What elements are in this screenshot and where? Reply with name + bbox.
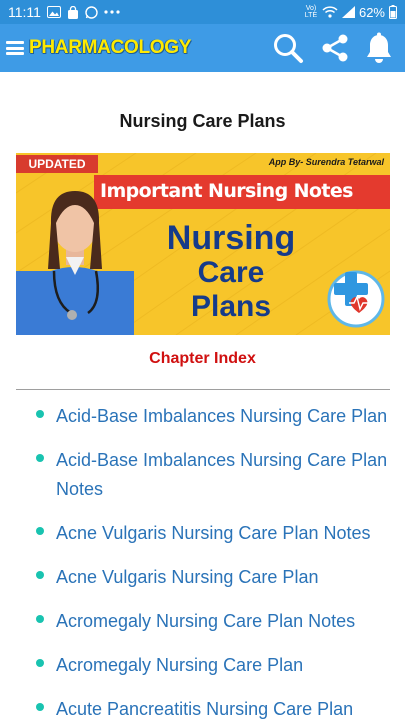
chapter-list: Acid-Base Imbalances Nursing Care Plan A… xyxy=(0,402,405,720)
bullet-icon xyxy=(36,615,44,623)
more-icon xyxy=(104,10,120,14)
search-icon[interactable] xyxy=(271,31,305,65)
status-bar: 11:11 Vo) LTE 62% xyxy=(0,0,405,24)
battery-percent: 62% xyxy=(358,4,385,20)
chapter-link[interactable]: Acne Vulgaris Nursing Care Plan Notes xyxy=(56,519,370,548)
chapter-index-heading: Chapter Index xyxy=(149,350,256,367)
divider xyxy=(16,389,390,390)
chapter-link[interactable]: Acromegaly Nursing Care Plan xyxy=(56,651,303,680)
list-item[interactable]: Acne Vulgaris Nursing Care Plan Notes xyxy=(0,519,405,548)
network-label: Vo) LTE xyxy=(304,5,318,19)
banner-line-1: Nursing xyxy=(166,219,296,257)
bullet-icon xyxy=(36,571,44,579)
banner-line-3: Plans xyxy=(190,290,272,323)
chapter-link[interactable]: Acromegaly Nursing Care Plan Notes xyxy=(56,607,355,636)
chapter-link[interactable]: Acute Pancreatitis Nursing Care Plan xyxy=(56,695,353,720)
banner-image: UPDATED App By- Surendra Tetarwal Import… xyxy=(16,153,390,335)
bag-icon xyxy=(67,5,79,19)
gallery-icon xyxy=(46,6,61,18)
bell-icon[interactable] xyxy=(365,32,393,64)
chapter-link[interactable]: Acid-Base Imbalances Nursing Care Plan xyxy=(56,402,387,431)
chapter-link[interactable]: Acid-Base Imbalances Nursing Care Plan N… xyxy=(56,446,389,504)
bullet-icon xyxy=(36,454,44,462)
status-time: 11:11 xyxy=(8,4,41,20)
list-item[interactable]: Acute Pancreatitis Nursing Care Plan xyxy=(0,695,405,720)
banner-tag: UPDATED xyxy=(16,155,98,173)
content: Nursing Care Plans UPDATED App By- Suren… xyxy=(0,72,405,720)
share-icon[interactable] xyxy=(319,32,351,64)
bullet-icon xyxy=(36,659,44,667)
nurse-illustration xyxy=(16,191,134,335)
menu-icon[interactable] xyxy=(6,39,24,57)
list-item[interactable]: Acid-Base Imbalances Nursing Care Plan N… xyxy=(0,446,405,504)
app-title: PHARMACOLOGY xyxy=(29,37,192,58)
whatsapp-icon xyxy=(85,5,98,19)
list-item[interactable]: Acid-Base Imbalances Nursing Care Plan xyxy=(0,402,405,431)
list-item[interactable]: Acne Vulgaris Nursing Care Plan xyxy=(0,563,405,592)
banner-line-2: Care xyxy=(197,256,265,289)
bullet-icon xyxy=(36,527,44,535)
list-item[interactable]: Acromegaly Nursing Care Plan xyxy=(0,651,405,680)
wifi-icon xyxy=(322,6,338,18)
chapter-link[interactable]: Acne Vulgaris Nursing Care Plan xyxy=(56,563,318,592)
signal-icon xyxy=(341,6,355,18)
bullet-icon xyxy=(36,703,44,711)
page-title: Nursing Care Plans xyxy=(119,111,286,131)
banner-headline: Important Nursing Notes xyxy=(100,180,353,202)
list-item[interactable]: Acromegaly Nursing Care Plan Notes xyxy=(0,607,405,636)
app-bar: PHARMACOLOGY xyxy=(0,24,405,72)
battery-icon xyxy=(389,5,397,19)
bullet-icon xyxy=(36,410,44,418)
medical-cross-icon xyxy=(327,270,385,328)
banner-credit: App By- Surendra Tetarwal xyxy=(268,157,384,167)
